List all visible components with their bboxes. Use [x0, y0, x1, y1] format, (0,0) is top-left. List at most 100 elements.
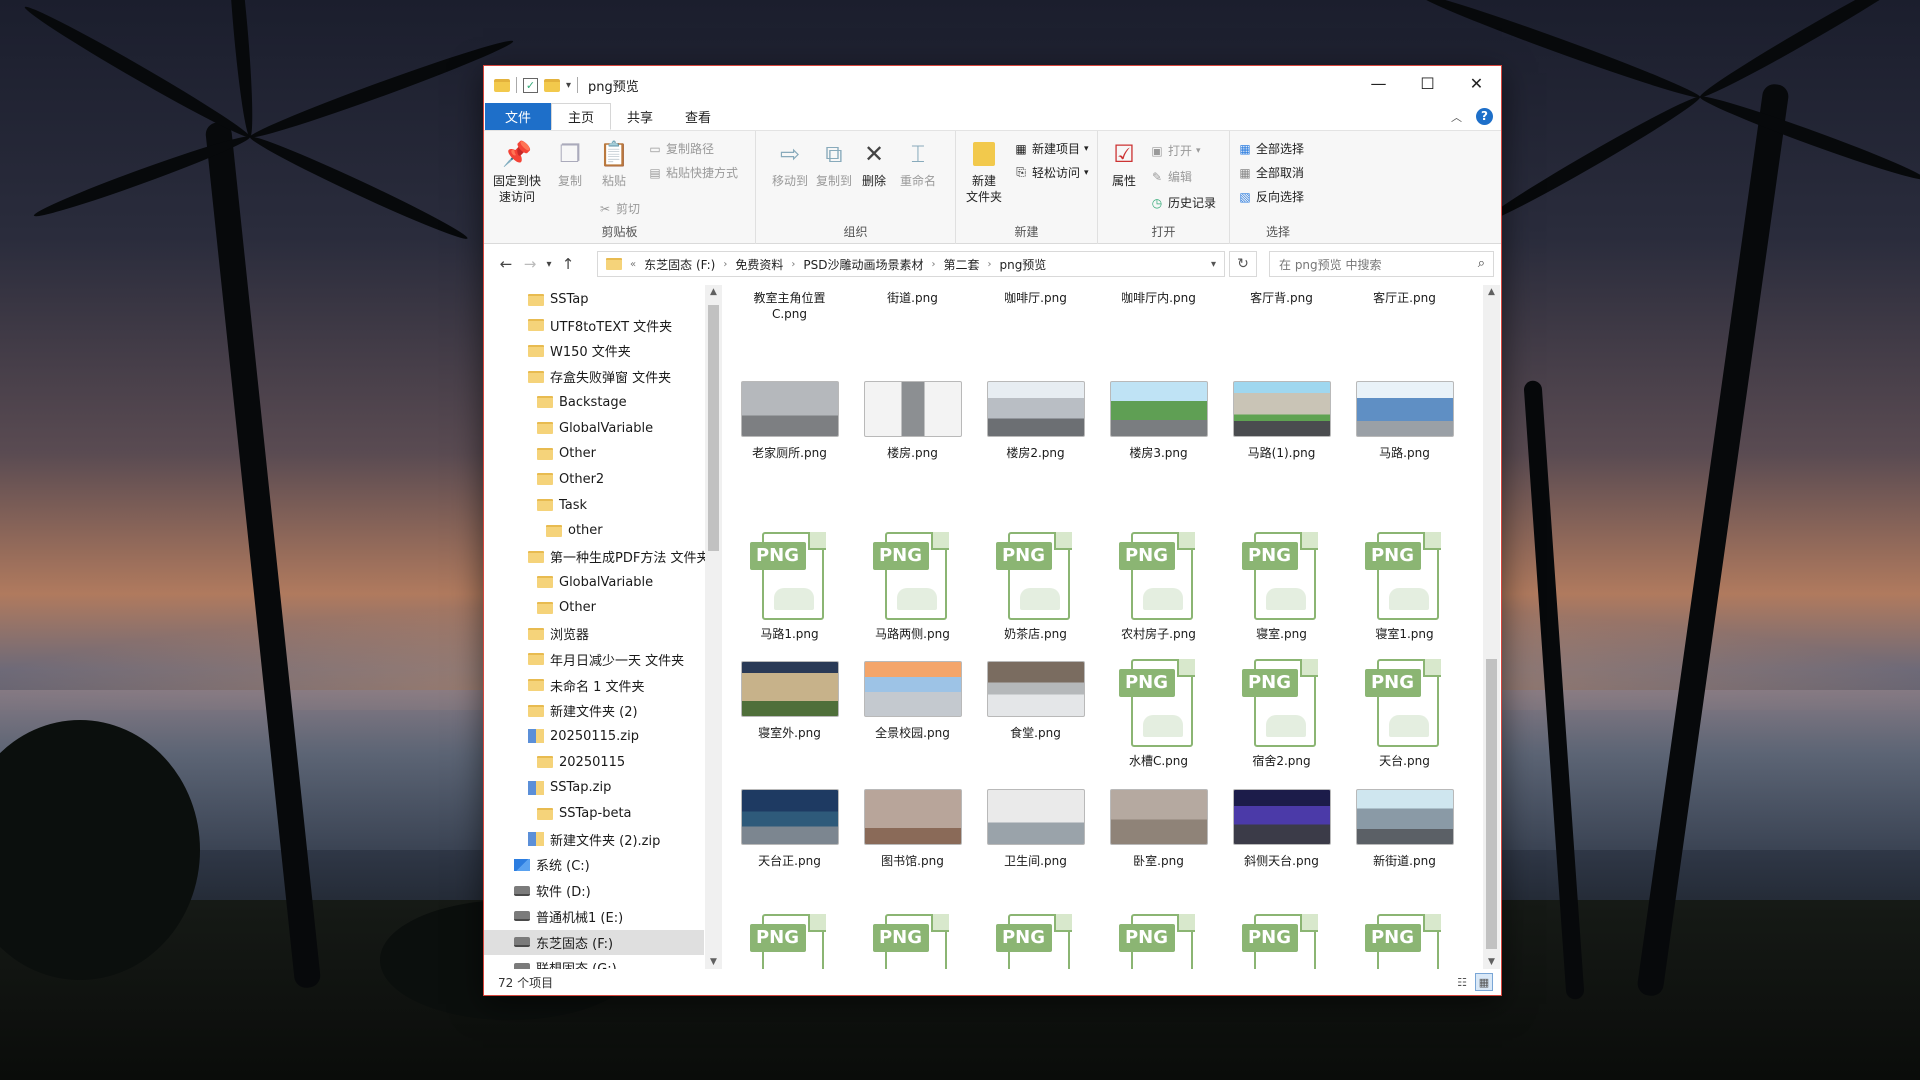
recent-locations-chevron-icon[interactable]: ▾ — [542, 259, 556, 270]
paste-shortcut-button[interactable]: ▤ 粘贴快捷方式 — [648, 164, 738, 181]
file-item[interactable]: 卫生间.png — [974, 789, 1097, 869]
close-button[interactable]: ✕ — [1452, 66, 1501, 100]
file-item[interactable]: PNG学校后街.png — [851, 912, 974, 969]
open-button[interactable]: ▣ 打开 ▾ — [1150, 142, 1200, 159]
copy-path-button[interactable]: ▭ 复制路径 — [648, 140, 714, 157]
select-all-button[interactable]: ▦ 全部选择 — [1238, 140, 1304, 157]
file-item[interactable]: 图书馆.png — [851, 789, 974, 869]
history-button[interactable]: ◷ 历史记录 — [1150, 194, 1216, 211]
file-item[interactable]: 斜侧天台.png — [1220, 789, 1343, 869]
breadcrumb-item[interactable]: 免费资料 — [735, 256, 783, 273]
nav-item[interactable]: UTF8toTEXT 文件夹 — [528, 313, 672, 338]
nav-item[interactable]: Other2 — [537, 467, 604, 492]
nav-item[interactable]: Other — [537, 595, 596, 620]
navigation-scrollbar[interactable]: ▲ ▼ — [705, 285, 722, 969]
nav-item[interactable]: GlobalVariable — [537, 570, 653, 595]
tab-share[interactable]: 共享 — [611, 103, 669, 130]
file-item[interactable]: 客厅正.png — [1343, 285, 1466, 306]
new-folder-quick-icon[interactable] — [544, 78, 560, 92]
file-item[interactable]: PNG 农村房子.png — [1097, 530, 1220, 642]
nav-item[interactable]: Backstage — [537, 390, 627, 415]
nav-item[interactable]: 年月日减少一天 文件夹 — [528, 647, 684, 672]
file-item[interactable]: 新街道.png — [1343, 789, 1466, 869]
chevron-right-icon[interactable]: › — [931, 259, 935, 270]
nav-item[interactable]: 未命名 1 文件夹 — [528, 673, 645, 698]
back-arrow-icon[interactable]: ← — [494, 255, 518, 273]
nav-item[interactable]: 联想固态 (G:) — [514, 955, 617, 969]
scroll-down-arrow-icon[interactable]: ▼ — [705, 957, 722, 967]
file-item[interactable]: 老家厕所.png — [728, 381, 851, 461]
file-item[interactable]: 天台正.png — [728, 789, 851, 869]
easy-access-button[interactable]: ⎘ 轻松访问 ▾ — [1014, 164, 1088, 181]
select-none-button[interactable]: ▦ 全部取消 — [1238, 164, 1304, 181]
cut-button[interactable]: ✂ 剪切 — [598, 200, 640, 217]
invert-selection-button[interactable]: ▧ 反向选择 — [1238, 188, 1304, 205]
breadcrumb-item[interactable]: PSD沙雕动画场景素材 — [803, 256, 923, 273]
file-item[interactable]: 寝室外.png — [728, 661, 851, 741]
tab-view[interactable]: 查看 — [669, 103, 727, 130]
file-item[interactable]: 咖啡厅.png — [974, 285, 1097, 306]
nav-item[interactable]: 第一种生成PDF方法 文件夹 — [528, 544, 705, 569]
file-item[interactable]: PNG 马路两侧.png — [851, 530, 974, 642]
file-item[interactable]: 全景校园.png — [851, 661, 974, 741]
nav-item[interactable]: W150 文件夹 — [528, 338, 631, 363]
chevron-right-icon[interactable]: › — [987, 259, 991, 270]
nav-item[interactable]: SSTap-beta — [537, 801, 632, 826]
nav-item[interactable]: Task — [537, 493, 587, 518]
file-item[interactable]: PNG 寝室.png — [1220, 530, 1343, 642]
file-item[interactable]: PNG足球场.png — [1343, 912, 1466, 969]
nav-item[interactable]: 普通机械1 (E:) — [514, 904, 623, 929]
file-item[interactable]: PNG 寝室1.png — [1343, 530, 1466, 642]
address-bar[interactable]: « 东芝固态 (F:) › 免费资料 › PSD沙雕动画场景素材 › 第二套 ›… — [597, 251, 1225, 277]
file-item[interactable]: PNG走廊C.png — [1220, 912, 1343, 969]
chevron-right-icon[interactable]: › — [723, 259, 727, 270]
file-item[interactable]: PNG 奶茶店.png — [974, 530, 1097, 642]
customize-toolbar-chevron-icon[interactable]: ▾ — [566, 80, 571, 91]
nav-item[interactable]: 新建文件夹 (2).zip — [528, 827, 660, 852]
edit-button[interactable]: ✎ 编辑 — [1150, 168, 1192, 185]
scroll-up-arrow-icon[interactable]: ▲ — [705, 287, 722, 297]
nav-item[interactable]: SSTap.zip — [528, 775, 611, 800]
nav-item[interactable]: 20250115.zip — [528, 724, 639, 749]
nav-item[interactable]: other — [546, 518, 603, 543]
forward-arrow-icon[interactable]: → — [518, 255, 542, 273]
file-item[interactable]: PNG 马路1.png — [728, 530, 851, 642]
file-item[interactable]: PNG学校.png — [728, 912, 851, 969]
new-item-button[interactable]: ▦ 新建项目 ▾ — [1014, 140, 1088, 157]
breadcrumb-item[interactable]: 第二套 — [943, 256, 979, 273]
file-item[interactable]: 楼房3.png — [1097, 381, 1220, 461]
nav-item[interactable]: 存盒失败弹窗 文件夹 — [528, 364, 671, 389]
properties-quick-icon[interactable]: ✓ — [523, 77, 538, 93]
scrollbar-thumb[interactable] — [1486, 659, 1497, 949]
maximize-button[interactable]: ☐ — [1403, 66, 1452, 100]
scroll-up-arrow-icon[interactable]: ▲ — [1483, 287, 1500, 297]
tab-file[interactable]: 文件 — [485, 103, 552, 130]
breadcrumb-item[interactable]: png预览 — [999, 256, 1046, 273]
file-item[interactable]: 马路.png — [1343, 381, 1466, 461]
content-scrollbar[interactable]: ▲ ▼ — [1483, 285, 1500, 969]
new-folder-button[interactable]: 新建 文件夹 — [958, 137, 1010, 205]
nav-item[interactable]: SSTap — [528, 287, 589, 312]
file-item[interactable]: 咖啡厅内.png — [1097, 285, 1220, 306]
nav-item[interactable]: GlobalVariable — [537, 416, 653, 441]
details-view-icon[interactable]: ☷ — [1453, 973, 1471, 991]
nav-item[interactable]: 浏览器 — [528, 621, 589, 646]
rename-button[interactable]: ⌶ 重命名 — [892, 137, 944, 189]
chevron-right-icon[interactable]: › — [791, 259, 795, 270]
file-item[interactable]: 街道.png — [851, 285, 974, 306]
file-item[interactable]: PNG 宿舍2.png — [1220, 657, 1343, 769]
nav-item[interactable]: 软件 (D:) — [514, 878, 591, 903]
file-item[interactable]: PNG学校食堂.png — [974, 912, 1097, 969]
file-item[interactable]: 卧室.png — [1097, 789, 1220, 869]
file-item[interactable]: PNG 天台.png — [1343, 657, 1466, 769]
refresh-icon[interactable]: ↻ — [1229, 251, 1257, 277]
search-input[interactable]: 在 png预览 中搜索 ⌕ — [1269, 251, 1494, 277]
scrollbar-thumb[interactable] — [708, 305, 719, 551]
large-icons-view-icon[interactable]: ▦ — [1475, 973, 1493, 991]
scroll-down-arrow-icon[interactable]: ▼ — [1483, 957, 1500, 967]
nav-item[interactable]: 东芝固态 (F:) — [484, 929, 704, 955]
paste-button[interactable]: 📋 粘贴 — [588, 137, 640, 189]
nav-item[interactable]: Other — [537, 441, 596, 466]
file-item[interactable]: 楼房.png — [851, 381, 974, 461]
file-item[interactable]: 食堂.png — [974, 661, 1097, 741]
